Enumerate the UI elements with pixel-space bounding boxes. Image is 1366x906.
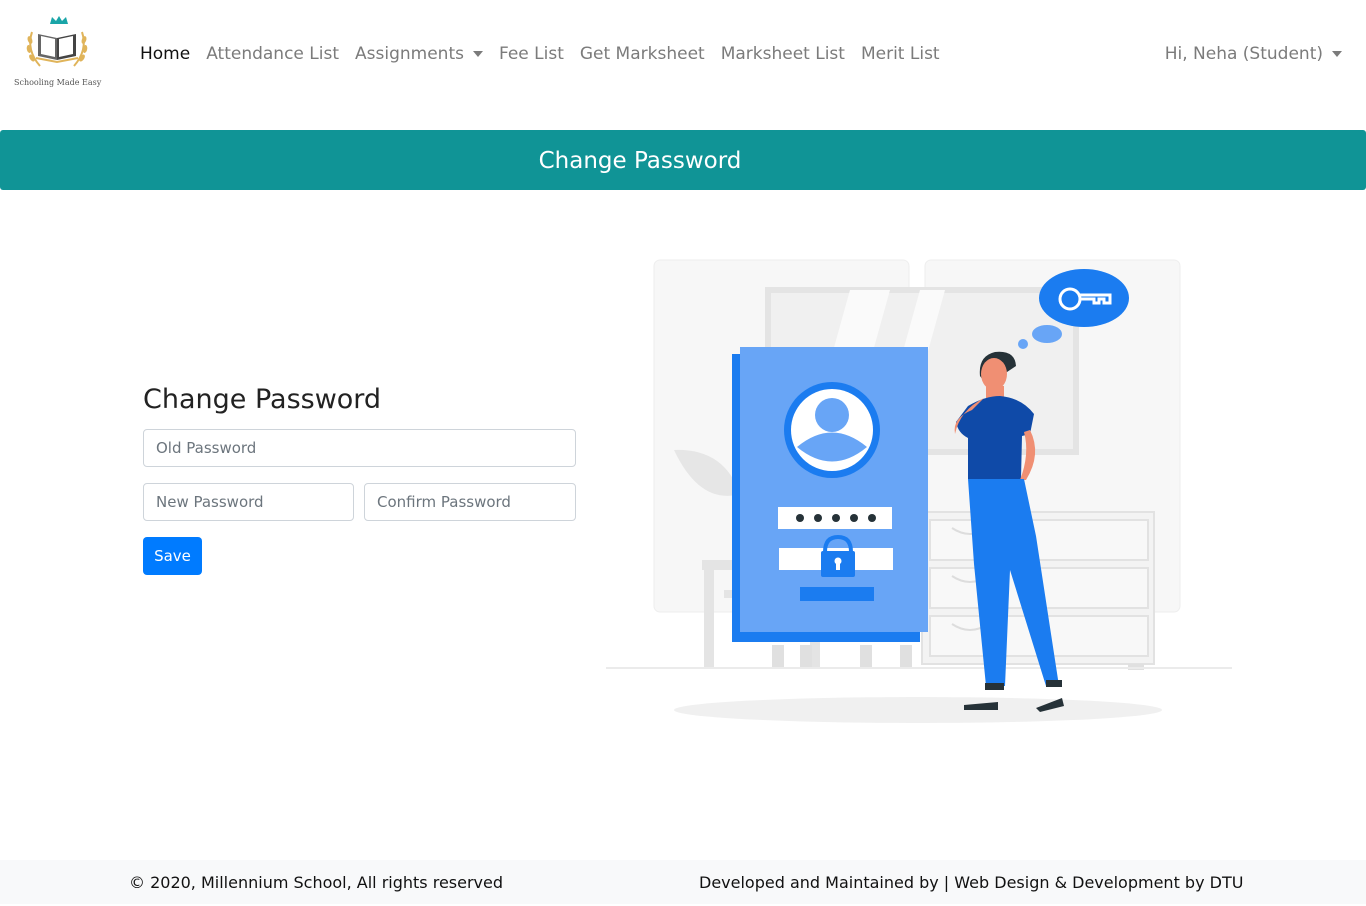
new-password-input[interactable] bbox=[143, 483, 354, 521]
password-key-illustration bbox=[600, 250, 1240, 730]
banner-title: Change Password bbox=[538, 148, 742, 174]
save-button[interactable]: Save bbox=[143, 537, 202, 575]
nav-attendance-list[interactable]: Attendance List bbox=[198, 40, 347, 68]
user-menu-dropdown[interactable]: Hi, Neha (Student) bbox=[1165, 40, 1342, 68]
footer-copyright: © 2020, Millennium School, All rights re… bbox=[129, 873, 504, 892]
footer: © 2020, Millennium School, All rights re… bbox=[0, 860, 1366, 904]
change-password-form: Change Password Save bbox=[143, 380, 576, 575]
confirm-password-input[interactable] bbox=[364, 483, 576, 521]
page-banner: Change Password bbox=[0, 130, 1366, 190]
footer-credits: Developed and Maintained by | Web Design… bbox=[699, 873, 1244, 892]
user-greeting: Hi, Neha (Student) bbox=[1164, 44, 1323, 64]
logo-tagline: Schooling Made Easy bbox=[14, 78, 102, 87]
form-heading: Change Password bbox=[143, 384, 382, 415]
nav-get-marksheet[interactable]: Get Marksheet bbox=[572, 40, 713, 68]
old-password-input[interactable] bbox=[143, 429, 576, 467]
nav-assignments-label: Assignments bbox=[355, 44, 464, 64]
nav-merit-list[interactable]: Merit List bbox=[853, 40, 948, 68]
navbar: Schooling Made Easy Home Attendance List… bbox=[0, 0, 1366, 108]
book-crown-icon bbox=[26, 16, 88, 67]
chevron-down-icon bbox=[472, 51, 483, 57]
school-logo[interactable]: Schooling Made Easy bbox=[14, 14, 102, 92]
nav-assignments-dropdown[interactable]: Assignments bbox=[347, 40, 491, 68]
main-nav: Home Attendance List Assignments Fee Lis… bbox=[132, 40, 948, 68]
nav-fee-list[interactable]: Fee List bbox=[491, 40, 572, 68]
nav-home[interactable]: Home bbox=[132, 40, 198, 68]
nav-marksheet-list[interactable]: Marksheet List bbox=[713, 40, 853, 68]
chevron-down-icon bbox=[1332, 51, 1342, 57]
